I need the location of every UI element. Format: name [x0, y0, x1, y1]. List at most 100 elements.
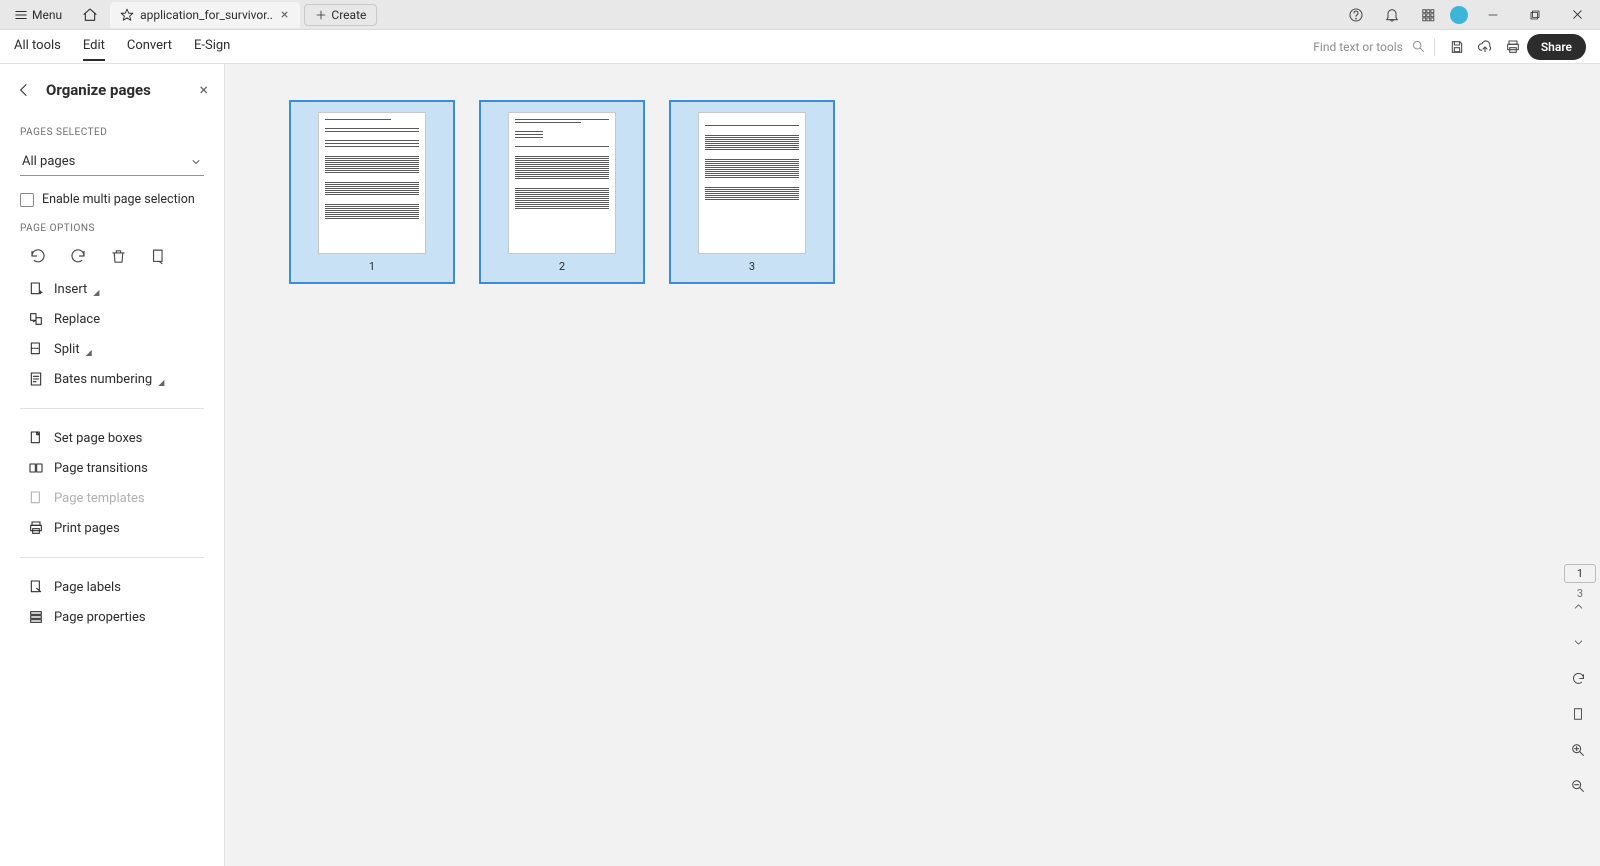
- tab-title: application_for_survivor..: [140, 8, 273, 22]
- split-icon: [28, 341, 44, 357]
- share-button[interactable]: Share: [1527, 34, 1586, 60]
- close-tab-button[interactable]: ×: [279, 7, 290, 23]
- set-page-boxes-label: Set page boxes: [54, 431, 142, 446]
- divider: [20, 408, 204, 409]
- sidebar-organize-pages: Organize pages × Pages Selected All page…: [0, 64, 225, 866]
- close-window-button[interactable]: [1560, 1, 1594, 29]
- submenu-indicator-icon: ◢: [86, 348, 92, 357]
- chevron-up-icon: [1572, 600, 1585, 613]
- rotate-ccw-icon: [29, 247, 47, 265]
- find-button[interactable]: Find text or tools: [1313, 39, 1426, 54]
- create-button[interactable]: Create: [304, 4, 377, 26]
- maximize-button[interactable]: [1518, 1, 1552, 29]
- toolbar: All tools Edit Convert E-Sign Find text …: [0, 30, 1600, 64]
- rotate-cw-button[interactable]: [68, 246, 88, 266]
- menu-button[interactable]: Menu: [6, 4, 70, 26]
- upload-button[interactable]: [1471, 33, 1499, 61]
- title-bar: Menu application_for_survivor.. × Create: [0, 0, 1600, 30]
- right-rail: [1560, 594, 1596, 798]
- tab-convert[interactable]: Convert: [127, 32, 172, 61]
- extract-icon: [150, 248, 167, 265]
- expand-down-button[interactable]: [1566, 630, 1590, 654]
- search-icon: [1411, 39, 1426, 54]
- print-pages-button[interactable]: Print pages: [0, 513, 224, 543]
- replace-button[interactable]: Replace: [0, 304, 224, 334]
- print-button[interactable]: [1499, 33, 1527, 61]
- minimize-button[interactable]: [1476, 1, 1510, 29]
- rotate-ccw-button[interactable]: [28, 246, 48, 266]
- home-button[interactable]: [74, 3, 106, 27]
- save-button[interactable]: [1443, 33, 1471, 61]
- page-labels-button[interactable]: Page labels: [0, 572, 224, 602]
- chevron-down-icon: [190, 156, 202, 168]
- properties-icon: [28, 609, 44, 625]
- plus-icon: [315, 9, 327, 21]
- page-thumbnails-area: 1 2 3 1 3: [225, 64, 1600, 866]
- minimize-icon: [1487, 9, 1499, 21]
- zoom-out-button[interactable]: [1566, 774, 1590, 798]
- hamburger-icon: [14, 8, 28, 22]
- tab-edit[interactable]: Edit: [83, 32, 105, 61]
- page-preview-1: [318, 112, 426, 254]
- avatar[interactable]: [1450, 6, 1468, 24]
- insert-icon: [28, 281, 44, 297]
- title-right: [1342, 1, 1594, 29]
- back-button[interactable]: [16, 82, 36, 98]
- extract-button[interactable]: [148, 246, 168, 266]
- maximize-icon: [1529, 9, 1541, 21]
- page-display-button[interactable]: [1566, 702, 1590, 726]
- trash-icon: [110, 248, 127, 265]
- close-icon: [1571, 8, 1584, 21]
- apps-button[interactable]: [1414, 1, 1442, 29]
- split-button[interactable]: Split ◢: [0, 334, 224, 364]
- page-properties-label: Page properties: [54, 610, 146, 625]
- page-transitions-button[interactable]: Page transitions: [0, 453, 224, 483]
- page-transitions-label: Page transitions: [54, 461, 148, 476]
- labels-icon: [28, 579, 44, 595]
- transitions-icon: [28, 460, 44, 476]
- zoom-out-icon: [1570, 778, 1586, 794]
- zoom-in-button[interactable]: [1566, 738, 1590, 762]
- page-thumbnail-1[interactable]: 1: [289, 100, 455, 284]
- page-preview-3: [698, 112, 806, 254]
- chevron-down-icon: [1572, 636, 1585, 649]
- help-icon: [1348, 7, 1364, 23]
- current-page-input[interactable]: 1: [1564, 564, 1596, 583]
- select-value: All pages: [22, 154, 75, 169]
- grid-icon: [1421, 8, 1435, 22]
- page-number: 2: [559, 260, 565, 273]
- zoom-in-icon: [1570, 742, 1586, 758]
- delete-button[interactable]: [108, 246, 128, 266]
- page-thumbnail-3[interactable]: 3: [669, 100, 835, 284]
- help-button[interactable]: [1342, 1, 1370, 29]
- bates-numbering-button[interactable]: Bates numbering ◢: [0, 364, 224, 394]
- page-number: 3: [749, 260, 755, 273]
- pages-select[interactable]: All pages: [20, 148, 204, 176]
- checkbox-icon: [20, 193, 34, 207]
- page-thumbnail-2[interactable]: 2: [479, 100, 645, 284]
- section-pages-selected: Pages Selected: [0, 115, 224, 142]
- page-templates-label: Page templates: [54, 491, 145, 506]
- bates-label: Bates numbering: [54, 372, 152, 387]
- print-pages-icon: [28, 520, 44, 536]
- sidebar-title: Organize pages: [46, 81, 199, 99]
- document-tab[interactable]: application_for_survivor.. ×: [110, 2, 300, 28]
- create-label: Create: [331, 8, 366, 22]
- page-properties-button[interactable]: Page properties: [0, 602, 224, 632]
- chevron-left-icon: [16, 82, 32, 98]
- enable-multi-page-checkbox[interactable]: Enable multi page selection: [0, 176, 224, 211]
- rotate-view-button[interactable]: [1566, 666, 1590, 690]
- cloud-upload-icon: [1477, 39, 1493, 55]
- set-page-boxes-button[interactable]: Set page boxes: [0, 423, 224, 453]
- bates-icon: [28, 371, 44, 387]
- notifications-button[interactable]: [1378, 1, 1406, 29]
- collapse-up-button[interactable]: [1566, 594, 1590, 618]
- save-icon: [1449, 39, 1465, 55]
- tab-all-tools[interactable]: All tools: [14, 32, 61, 61]
- print-pages-label: Print pages: [54, 521, 120, 536]
- close-panel-button[interactable]: ×: [199, 80, 208, 99]
- home-icon: [82, 7, 98, 23]
- tab-esign[interactable]: E-Sign: [194, 32, 230, 61]
- insert-button[interactable]: Insert ◢: [0, 274, 224, 304]
- page-icon: [1571, 707, 1585, 721]
